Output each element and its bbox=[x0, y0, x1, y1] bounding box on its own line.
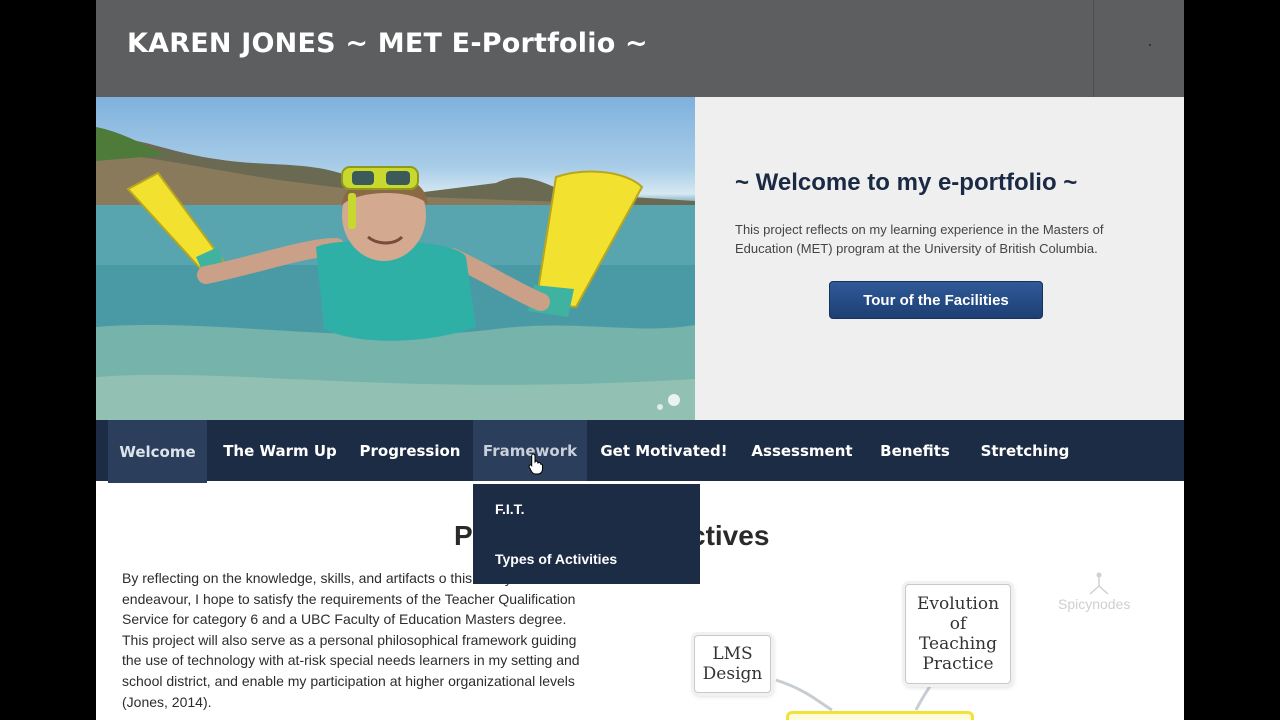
site-title[interactable]: KAREN JONES ~ MET E-Portfolio ~ bbox=[127, 28, 648, 59]
nav-item-warm-up[interactable]: The Warm Up bbox=[217, 420, 343, 481]
dropdown-item-fit[interactable]: F.I.T. bbox=[495, 501, 525, 517]
spicynodes-watermark: Spicynodes bbox=[1058, 572, 1144, 616]
nav-item-assessment[interactable]: Assessment bbox=[746, 420, 858, 481]
mindmap-node-lms-design[interactable]: LMS Design bbox=[694, 635, 771, 693]
content-body: By reflecting on the knowledge, skills, … bbox=[122, 570, 580, 710]
hero-panel: ~ Welcome to my e-portfolio ~ This proje… bbox=[695, 97, 1184, 420]
welcome-heading: ~ Welcome to my e-portfolio ~ bbox=[735, 169, 1078, 196]
site-header: KAREN JONES ~ MET E-Portfolio ~ bbox=[96, 0, 1184, 97]
spicynodes-logo-icon bbox=[1089, 572, 1109, 595]
nav-item-get-motivated[interactable]: Get Motivated! bbox=[598, 420, 730, 481]
header-dot bbox=[1149, 44, 1151, 46]
page: KAREN JONES ~ MET E-Portfolio ~ ~ Welcom… bbox=[96, 0, 1184, 720]
spicynodes-label: Spicynodes bbox=[1058, 596, 1131, 612]
tour-button[interactable]: Tour of the Facilities bbox=[829, 281, 1043, 319]
header-divider bbox=[1093, 0, 1094, 97]
hand-cursor-icon bbox=[528, 453, 543, 475]
nav-item-progression[interactable]: Progression bbox=[353, 420, 467, 481]
nav-item-welcome[interactable]: Welcome bbox=[108, 420, 207, 483]
nav-item-benefits[interactable]: Benefits bbox=[872, 420, 958, 481]
main-nav: Welcome The Warm Up Progression Framewor… bbox=[96, 420, 1184, 483]
framework-dropdown: F.I.T. Types of Activities bbox=[473, 484, 700, 584]
mindmap-node-center[interactable] bbox=[786, 711, 974, 720]
dropdown-item-types-of-activities[interactable]: Types of Activities bbox=[495, 551, 617, 567]
nav-item-stretching[interactable]: Stretching bbox=[972, 420, 1078, 481]
mindmap-node-evolution[interactable]: Evolution of Teaching Practice bbox=[905, 584, 1011, 684]
welcome-text: This project reflects on my learning exp… bbox=[735, 222, 1104, 256]
hero-photo bbox=[96, 97, 695, 420]
